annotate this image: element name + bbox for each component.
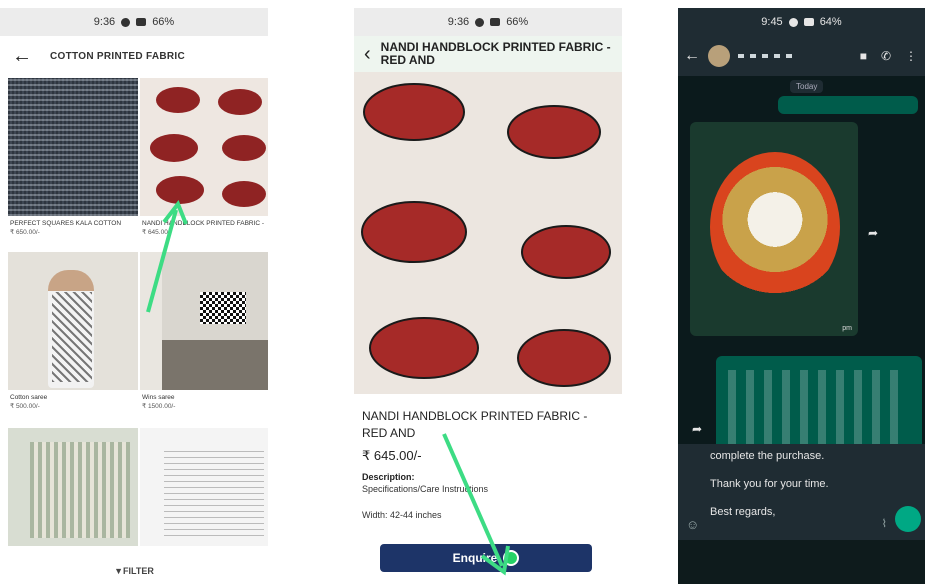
status-time: 9:36 <box>447 16 470 28</box>
status-battery: 66% <box>152 16 175 28</box>
status-bar: 9:36 66% <box>354 8 622 36</box>
product-main-image[interactable] <box>354 72 622 394</box>
message-icon <box>136 18 147 26</box>
whatsapp-chat-screen: 9:45 64% ← ■ ✆ ⋮ Today pm ➦ ➦ complete t… <box>678 8 925 584</box>
video-call-icon[interactable]: ■ <box>860 49 867 63</box>
status-battery: 64% <box>819 16 842 28</box>
attach-icon[interactable]: ⌇ <box>882 517 887 530</box>
product-name: PERFECT SQUARES KALA COTTON <box>10 220 122 227</box>
product-name: NANDI HANDBLOCK PRINTED FABRIC - <box>142 220 265 227</box>
page-title: COTTON PRINTED FABRIC <box>50 50 186 62</box>
forward-icon[interactable]: ➦ <box>868 226 878 240</box>
photo-timestamp: pm <box>842 325 852 332</box>
notification-icon <box>788 17 798 27</box>
width-spec: Width: 42-44 inches <box>362 509 442 520</box>
phone-icon[interactable]: ✆ <box>881 49 891 63</box>
message-compose-area[interactable]: complete the purchase. Thank you for you… <box>678 444 925 540</box>
product-price: ₹ 650.00/- <box>10 229 40 237</box>
contact-avatar[interactable] <box>708 45 730 67</box>
shared-photo[interactable]: pm <box>690 122 858 336</box>
filter-label: FILTER <box>123 566 154 576</box>
product-image <box>140 428 268 546</box>
enquire-label: Enquire <box>452 551 498 565</box>
description-text: Specifications/Care Instructions <box>362 483 489 494</box>
status-time: 9:36 <box>93 16 116 28</box>
product-image <box>140 78 268 216</box>
product-card[interactable]: Wins saree ₹ 1500.00/- <box>140 252 268 422</box>
filter-button[interactable]: ▼FILTER <box>0 566 268 576</box>
typed-line: complete the purchase. <box>710 450 825 462</box>
product-image <box>8 78 138 216</box>
product-header: ‹ NANDI HANDBLOCK PRINTED FABRIC - RED A… <box>354 36 622 72</box>
bull-print-pattern <box>150 87 266 207</box>
product-card[interactable]: NANDI HANDBLOCK PRINTED FABRIC - ₹ 645.0… <box>140 78 268 248</box>
header-actions: ■ ✆ ⋮ <box>860 49 925 63</box>
forward-icon[interactable]: ➦ <box>692 422 702 436</box>
product-price: ₹ 1500.00/- <box>142 403 176 411</box>
product-card[interactable]: PERFECT SQUARES KALA COTTON ₹ 650.00/- <box>8 78 138 248</box>
message-icon <box>490 18 501 26</box>
product-grid: PERFECT SQUARES KALA COTTON ₹ 650.00/- N… <box>0 76 268 546</box>
notification-icon <box>121 17 131 27</box>
typed-line: Thank you for your time. <box>710 478 829 490</box>
product-image <box>8 252 138 390</box>
date-divider: Today <box>790 80 824 93</box>
product-price: ₹ 500.00/- <box>10 403 40 411</box>
typed-line: Best regards, <box>710 506 776 518</box>
header-title: NANDI HANDBLOCK PRINTED FABRIC - RED AND <box>380 40 611 67</box>
status-time: 9:45 <box>761 16 783 28</box>
chat-header: ← ■ ✆ ⋮ <box>678 36 925 76</box>
app-header: ← COTTON PRINTED FABRIC <box>0 36 268 76</box>
message-icon <box>803 18 814 26</box>
description-label: Description: <box>362 471 415 482</box>
message-bubble[interactable] <box>778 96 918 114</box>
category-listing-screen: 9:36 66% ← COTTON PRINTED FABRIC PERFECT… <box>0 8 268 584</box>
chat-area: Today pm ➦ ➦ complete the purchase. Than… <box>678 76 925 540</box>
product-name: Cotton saree <box>10 394 48 401</box>
bull-print-pattern <box>361 83 611 387</box>
send-button[interactable] <box>895 506 921 532</box>
product-name: Wins saree <box>142 394 175 401</box>
enquire-button[interactable]: Enquire <box>380 544 592 572</box>
product-price: ₹ 645.00/- <box>142 229 172 237</box>
product-card[interactable] <box>140 428 268 548</box>
notification-icon <box>475 17 485 27</box>
product-card[interactable]: Cotton saree ₹ 500.00/- <box>8 252 138 422</box>
product-name: NANDI HANDBLOCK PRINTED FABRIC - RED AND <box>362 409 588 440</box>
product-image <box>8 428 138 546</box>
product-detail-screen: 9:36 66% ‹ NANDI HANDBLOCK PRINTED FABRI… <box>354 8 622 584</box>
contact-name-redacted[interactable] <box>738 54 792 58</box>
status-battery: 66% <box>506 16 529 28</box>
back-arrow-icon[interactable]: ← <box>684 47 700 65</box>
more-options-icon[interactable]: ⋮ <box>905 49 917 63</box>
emoji-icon[interactable]: ☺ <box>686 517 699 532</box>
back-arrow-icon[interactable]: ← <box>12 45 32 68</box>
status-bar: 9:45 64% <box>678 8 925 36</box>
product-price: ₹ 645.00/- <box>362 447 422 463</box>
status-bar: 9:36 66% <box>0 8 268 36</box>
back-chevron-icon[interactable]: ‹ <box>364 43 371 66</box>
product-card[interactable] <box>8 428 138 548</box>
whatsapp-icon <box>503 550 520 566</box>
product-image <box>140 252 268 390</box>
